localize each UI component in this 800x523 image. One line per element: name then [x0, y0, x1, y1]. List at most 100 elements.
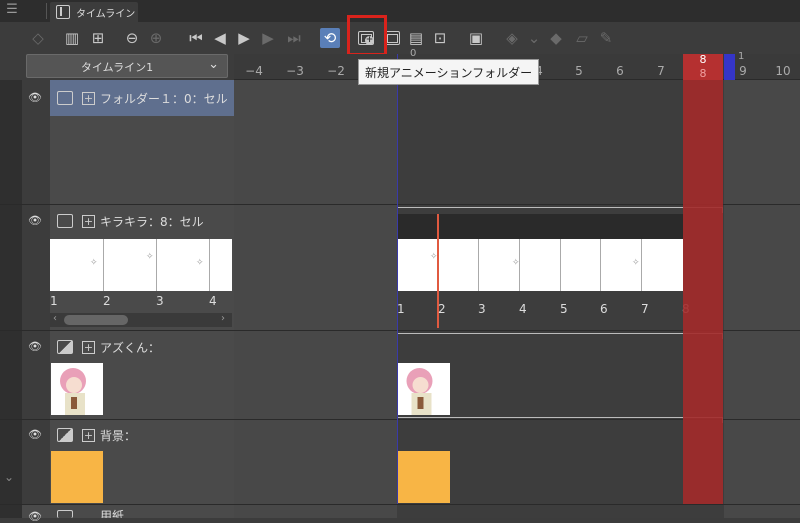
tick-label: 10 [775, 64, 791, 78]
frame-panel-icon[interactable]: ▥ [62, 28, 82, 48]
image-layer-icon [57, 340, 73, 354]
sparkle-icon: ✧ [146, 252, 154, 262]
chevron-left-icon[interactable]: ‹ [53, 313, 57, 324]
fill-icon[interactable]: ◆ [546, 28, 566, 48]
cell-divider [600, 239, 601, 291]
filmstrip-icon[interactable]: ▤ [406, 28, 426, 48]
expand-icon[interactable]: + [82, 429, 95, 442]
character-thumbnail [51, 363, 103, 415]
start-frame-line [397, 54, 398, 504]
layer-panel-strip [0, 80, 22, 518]
layer-name: キラキラ：8：セル [100, 215, 204, 229]
scrollbar-thumb[interactable] [64, 315, 128, 325]
cell-divider [156, 239, 157, 291]
animation-folder-icon [57, 214, 73, 228]
divider [46, 3, 47, 19]
chevron-right-icon[interactable]: › [221, 313, 225, 324]
ruler-top-one: 1 [738, 51, 745, 62]
frame-number: 2 [438, 302, 446, 316]
next-frame-icon[interactable]: ▶ [258, 28, 278, 48]
folder-icon [57, 91, 73, 105]
divider [0, 504, 800, 505]
last-frame-icon[interactable]: ⏭ [284, 28, 304, 48]
eye-icon[interactable]: 👁 [28, 214, 42, 227]
cell-strip[interactable] [50, 239, 232, 291]
expand-icon[interactable]: + [82, 341, 95, 354]
background-thumbnail [51, 451, 103, 503]
layer-name: 背景： [100, 429, 137, 443]
current-frame-column [683, 54, 723, 504]
tooltip: 新規アニメーションフォルダー [358, 59, 540, 85]
chevron-down-icon[interactable]: ⌄ [524, 28, 544, 48]
expand-icon[interactable]: + [82, 92, 95, 105]
tick-label: −2 [327, 64, 345, 78]
tab-timeline[interactable]: タイムライン [50, 2, 138, 22]
frame-number: 3 [478, 302, 486, 316]
tick-label: −4 [245, 64, 263, 78]
add-frame-icon[interactable]: ⊞ [88, 28, 108, 48]
eye-icon[interactable]: 👁 [28, 340, 42, 353]
sparkle-icon: ✧ [512, 258, 520, 268]
character-cel[interactable] [397, 363, 450, 415]
tick-label: 6 [616, 64, 624, 78]
onion-skin-icon[interactable]: ◇ [28, 28, 48, 48]
track-bracket [397, 417, 723, 423]
track-header [397, 214, 683, 239]
paper-layer-icon [57, 510, 73, 518]
end-frame-marker[interactable] [724, 54, 735, 80]
cell-divider [560, 239, 561, 291]
divider [0, 330, 800, 331]
sparkle-icon: ✧ [632, 258, 640, 268]
tick-label: 7 [657, 64, 665, 78]
prev-frame-icon[interactable]: ◀ [210, 28, 230, 48]
play-icon[interactable]: ▶ [234, 28, 254, 48]
loop-icon[interactable]: ⟲ [320, 28, 340, 48]
tab-label: タイムライン [76, 9, 136, 20]
zoom-in-icon[interactable]: ⊕ [146, 28, 166, 48]
expand-icon[interactable]: + [82, 215, 95, 228]
highlight-box [347, 15, 387, 56]
cell-divider [103, 239, 104, 291]
keyframe-icon[interactable]: ◈ [502, 28, 522, 48]
pen-icon[interactable]: ✎ [596, 28, 616, 48]
frame-number: 1 [397, 302, 405, 316]
zoom-out-icon[interactable]: ⊖ [122, 28, 142, 48]
cell-divider [641, 239, 642, 291]
ruler-top-zero: 0 [410, 48, 417, 59]
layer-name: アズくん： [100, 341, 161, 355]
layer-name: 用紙 [100, 509, 125, 518]
cell-number: 2 [103, 294, 111, 308]
menu-icon[interactable]: ☰ [4, 2, 20, 18]
cell-number: 1 [50, 294, 58, 308]
cell-number: 3 [156, 294, 164, 308]
cel-link-icon[interactable]: ⊡ [430, 28, 450, 48]
eye-icon[interactable]: 👁 [28, 510, 42, 523]
chevron-down-icon: ⌄ [208, 57, 219, 72]
current-frame-label: 8 [699, 67, 707, 80]
cel-spec-icon[interactable]: ▱ [572, 28, 592, 48]
chevron-down-icon[interactable]: ⌄ [4, 470, 14, 484]
frame-number: 4 [519, 302, 527, 316]
layer-name: フォルダー１：0：セル [100, 92, 228, 106]
current-frame-label: 8 [699, 53, 707, 66]
eye-icon[interactable]: 👁 [28, 91, 42, 104]
onion-skin-toggle-icon[interactable]: ▣ [466, 28, 486, 48]
background-cel[interactable] [397, 451, 450, 503]
cell-number: 4 [209, 294, 217, 308]
first-frame-icon[interactable]: ⏮ [186, 28, 206, 48]
frame-number: 6 [600, 302, 608, 316]
timeline-select-value: タイムライン1 [80, 61, 154, 74]
cell-divider [209, 239, 210, 291]
frame-number: 5 [560, 302, 568, 316]
tick-label: 5 [575, 64, 583, 78]
eye-icon[interactable]: 👁 [28, 428, 42, 441]
timeline-icon [56, 5, 70, 19]
track-bracket [397, 333, 723, 339]
tick-label: −3 [286, 64, 304, 78]
folder-body [50, 116, 234, 204]
sparkle-icon: ✧ [196, 258, 204, 268]
frame-number: 7 [641, 302, 649, 316]
timeline-select[interactable]: タイムライン1 ⌄ [26, 54, 228, 78]
toolbar: ◇ ▥ ⊞ ⊖ ⊕ ⏮ ◀ ▶ ▶ ⏭ ⟲ + ▤ ⊡ ▣ ◈ ⌄ ◆ ▱ ✎ [0, 22, 800, 54]
track-bracket [397, 207, 723, 213]
